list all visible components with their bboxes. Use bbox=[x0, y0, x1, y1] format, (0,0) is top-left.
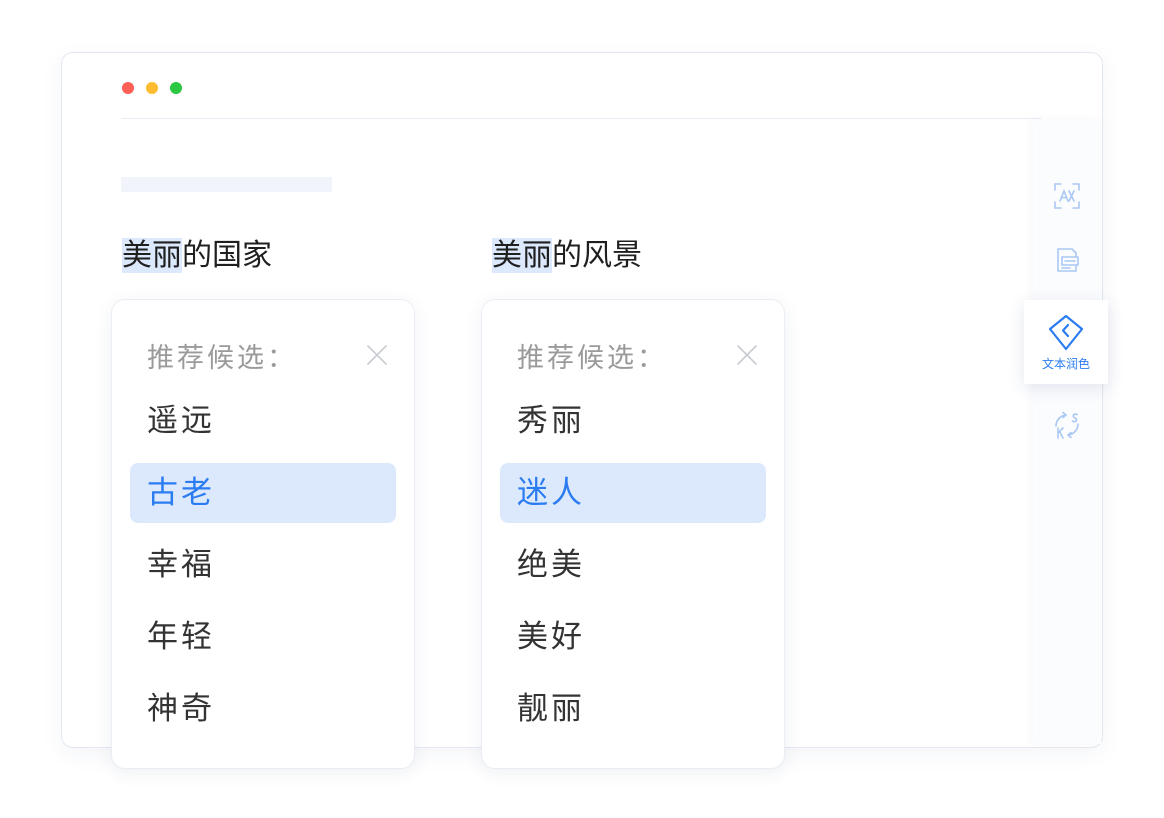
suggestion-card-1: 推荐候选： 遥远 古老 幸福 年轻 神奇 bbox=[111, 299, 415, 769]
suggestion-option-selected[interactable]: 迷人 bbox=[500, 463, 766, 523]
editor-phrase-1[interactable]: 美丽的国家 bbox=[122, 232, 272, 280]
title-placeholder-bar bbox=[121, 177, 332, 192]
suggestion-card-2: 推荐候选： 秀丽 迷人 绝美 美好 靓丽 bbox=[481, 299, 785, 769]
suggestion-option[interactable]: 神奇 bbox=[130, 679, 396, 739]
card-header: 推荐候选： bbox=[517, 343, 667, 374]
phrase-rest: 的风景 bbox=[552, 238, 642, 273]
titlebar-divider bbox=[121, 118, 1041, 119]
text-polish-icon bbox=[1048, 314, 1084, 351]
highlighted-word[interactable]: 美丽 bbox=[122, 238, 182, 273]
editor-phrase-2[interactable]: 美丽的风景 bbox=[492, 232, 642, 280]
suggestion-option[interactable]: 美好 bbox=[500, 607, 766, 667]
phrase-rest: 的国家 bbox=[182, 238, 272, 273]
close-icon[interactable] bbox=[366, 344, 388, 366]
suggestion-option[interactable]: 秀丽 bbox=[500, 391, 766, 451]
window-minimize-dot[interactable] bbox=[146, 82, 158, 94]
window-close-dot[interactable] bbox=[122, 82, 134, 94]
sync-refresh-icon[interactable] bbox=[1052, 410, 1082, 440]
suggestion-option[interactable]: 绝美 bbox=[500, 535, 766, 595]
text-polish-button[interactable]: 文本润色 bbox=[1024, 300, 1108, 384]
suggestion-option[interactable]: 遥远 bbox=[130, 391, 396, 451]
document-list-icon[interactable] bbox=[1052, 245, 1082, 275]
highlighted-word[interactable]: 美丽 bbox=[492, 238, 552, 273]
suggestion-option[interactable]: 幸福 bbox=[130, 535, 396, 595]
text-polish-label: 文本润色 bbox=[1041, 357, 1090, 371]
window-maximize-dot[interactable] bbox=[170, 82, 182, 94]
card-header: 推荐候选： bbox=[147, 343, 297, 374]
close-icon[interactable] bbox=[736, 344, 758, 366]
suggestion-option[interactable]: 年轻 bbox=[130, 607, 396, 667]
suggestion-option[interactable]: 靓丽 bbox=[500, 679, 766, 739]
text-recognition-icon[interactable] bbox=[1052, 181, 1082, 211]
app-stage: 美丽的国家 美丽的风景 推荐候选： 遥远 古老 幸福 年轻 神奇 推荐候选： 秀… bbox=[0, 0, 1164, 818]
suggestion-option-selected[interactable]: 古老 bbox=[130, 463, 396, 523]
